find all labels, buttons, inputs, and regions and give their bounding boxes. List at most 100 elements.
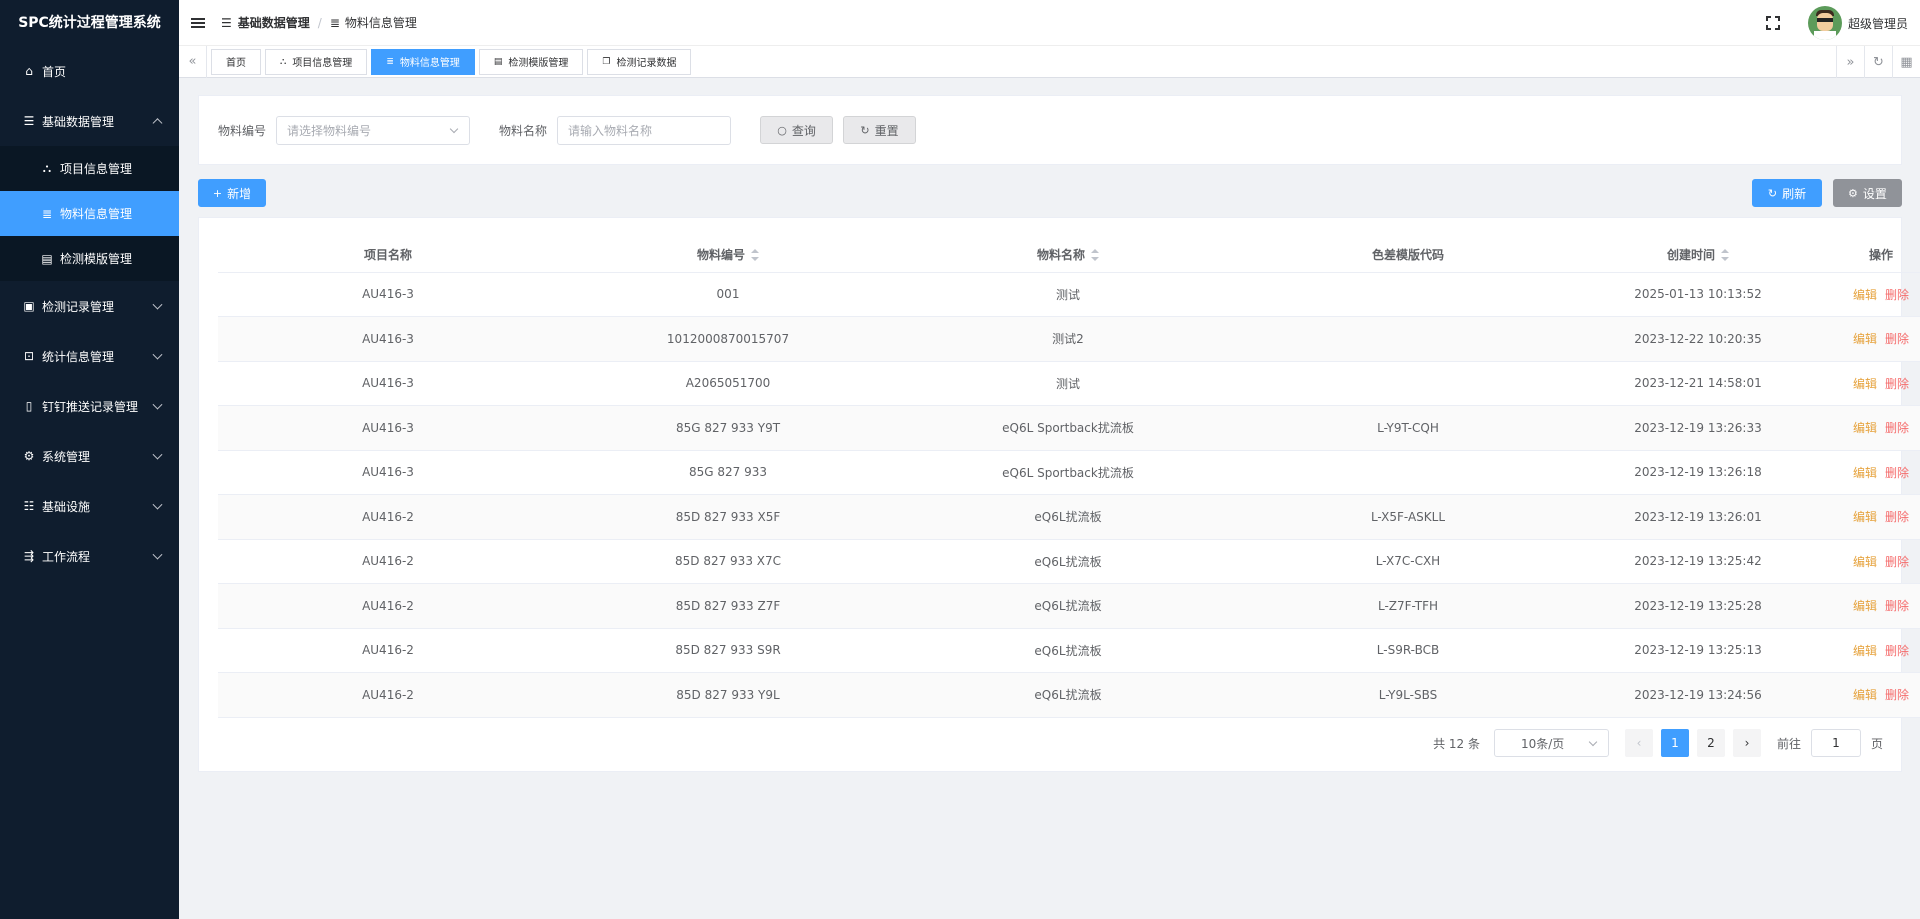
edit-link[interactable]: 编辑 <box>1853 599 1877 613</box>
cell-name: eQ6L扰流板 <box>898 672 1238 718</box>
column-header-code[interactable]: 物料编号 <box>558 237 898 273</box>
sidebar-item-label: 系统管理 <box>42 449 91 464</box>
cell-code: 85D 827 933 X5F <box>558 494 898 540</box>
sort-icon[interactable] <box>751 249 759 262</box>
gear-icon: ⚙ <box>1848 186 1858 200</box>
material-table: 项目名称 物料编号 物料名称 色差模版代码 创建时间 操作 AU416-3 001… <box>218 237 1920 718</box>
submenu-basic-data: ⛬ 项目信息管理 ≣ 物料信息管理 ▤ 检测模版管理 <box>0 146 179 281</box>
edit-link[interactable]: 编辑 <box>1853 377 1877 391</box>
material-name-input[interactable]: 请输入物料名称 <box>557 115 732 145</box>
cart-icon: ⊡ <box>23 349 35 363</box>
page-button-2[interactable]: 2 <box>1696 729 1725 757</box>
sidebar-item-statistics[interactable]: ⊡ 统计信息管理 <box>0 331 179 381</box>
sidebar-item-label: 检测记录管理 <box>42 299 115 314</box>
hamburger-icon[interactable] <box>191 16 205 30</box>
total-count: 共 12 条 <box>1433 736 1480 751</box>
page-unit: 页 <box>1870 736 1883 751</box>
sidebar-item-inspection[interactable]: ▣ 检测记录管理 <box>0 281 179 331</box>
sidebar-item-home[interactable]: ⌂ 首页 <box>0 46 179 96</box>
material-name-label: 物料名称 <box>499 123 548 138</box>
tags-controls: » ↻ ▦ <box>1836 46 1920 78</box>
delete-link[interactable]: 删除 <box>1885 466 1909 480</box>
prev-page-button[interactable]: ‹ <box>1624 729 1653 757</box>
reset-button[interactable]: ↻ 重置 <box>843 116 917 144</box>
delete-link[interactable]: 删除 <box>1885 288 1909 302</box>
refresh-icon[interactable]: ↻ <box>1864 46 1892 78</box>
chevron-down-icon <box>152 299 163 310</box>
sidebar-item-dingtalk[interactable]: ▯ 钉钉推送记录管理 <box>0 381 179 431</box>
delete-link[interactable]: 删除 <box>1885 510 1909 524</box>
sidebar-item-system[interactable]: ⚙ 系统管理 <box>0 431 179 481</box>
sidebar-item-infrastructure[interactable]: ☷ 基础设施 <box>0 481 179 531</box>
tab-inspection-records[interactable]: ❐ 检测记录数据 <box>587 48 692 75</box>
sidebar-item-workflow[interactable]: ⇶ 工作流程 <box>0 531 179 581</box>
cell-code: A2065051700 <box>558 361 898 406</box>
cell-actions: 编辑 删除 <box>1818 316 1920 362</box>
chevron-up-icon <box>152 118 163 129</box>
delete-link[interactable]: 删除 <box>1885 421 1909 435</box>
add-button[interactable]: + 新增 <box>198 179 266 207</box>
cell-color-template <box>1238 272 1578 317</box>
query-button[interactable]: ○ 查询 <box>760 116 834 144</box>
tab-home[interactable]: 首页 <box>211 48 261 75</box>
edit-link[interactable]: 编辑 <box>1853 510 1877 524</box>
chevron-down-icon <box>152 499 163 510</box>
document-icon: ▤ <box>41 251 53 266</box>
delete-link[interactable]: 删除 <box>1885 555 1909 569</box>
sidebar-item-material-info[interactable]: ≣ 物料信息管理 <box>0 191 179 236</box>
search-icon: ○ <box>777 123 787 137</box>
delete-link[interactable]: 删除 <box>1885 644 1909 658</box>
double-chevron-left-icon[interactable]: « <box>179 45 207 78</box>
page-size-select[interactable]: 10条/页 <box>1493 729 1609 757</box>
user-name[interactable]: 超级管理员 <box>1848 15 1908 32</box>
column-header-created[interactable]: 创建时间 <box>1578 237 1818 273</box>
cell-created: 2023-12-22 10:20:35 <box>1578 316 1818 362</box>
tab-project-info[interactable]: ⛬ 项目信息管理 <box>265 48 368 75</box>
edit-link[interactable]: 编辑 <box>1853 288 1877 302</box>
cell-color-template: L-Z7F-TFH <box>1238 583 1578 629</box>
edit-link[interactable]: 编辑 <box>1853 421 1877 435</box>
avatar[interactable] <box>1807 6 1842 40</box>
next-page-button[interactable]: › <box>1732 729 1761 757</box>
page-button-1[interactable]: 1 <box>1660 729 1689 757</box>
sidebar-item-project-info[interactable]: ⛬ 项目信息管理 <box>0 146 179 191</box>
sidebar-item-label: 基础设施 <box>42 499 91 514</box>
edit-link[interactable]: 编辑 <box>1853 332 1877 346</box>
cell-created: 2023-12-19 13:26:18 <box>1578 450 1818 495</box>
cell-color-template <box>1238 316 1578 362</box>
settings-button[interactable]: ⚙ 设置 <box>1833 179 1902 207</box>
column-header-color-template: 色差模版代码 <box>1238 237 1578 273</box>
header: ☰ 基础数据管理 / ≣ 物料信息管理 超级管理员 <box>179 0 1920 46</box>
delete-link[interactable]: 删除 <box>1885 377 1909 391</box>
material-code-select[interactable]: 请选择物料编号 <box>276 115 471 145</box>
cell-project: AU416-3 <box>218 316 558 362</box>
edit-link[interactable]: 编辑 <box>1853 466 1877 480</box>
sidebar-item-basic-data[interactable]: ☰ 基础数据管理 <box>0 96 179 146</box>
table-row: AU416-3 001 测试 2025-01-13 10:13:52 编辑 删除 <box>218 272 1920 317</box>
sidebar-item-template[interactable]: ▤ 检测模版管理 <box>0 236 179 281</box>
delete-link[interactable]: 删除 <box>1885 688 1909 702</box>
app-title: SPC统计过程管理系统 <box>18 15 161 31</box>
goto-page-input[interactable]: 1 <box>1810 729 1861 757</box>
sort-icon[interactable] <box>1721 249 1729 262</box>
tab-template[interactable]: ▤ 检测模版管理 <box>478 48 584 75</box>
delete-link[interactable]: 删除 <box>1885 332 1909 346</box>
table-row: AU416-3 85G 827 933 Y9T eQ6L Sportback扰流板 L… <box>218 405 1920 451</box>
button-label: 刷新 <box>1782 186 1807 201</box>
double-chevron-right-icon[interactable]: » <box>1836 46 1864 78</box>
fullscreen-icon[interactable] <box>1765 16 1780 30</box>
column-header-name[interactable]: 物料名称 <box>898 237 1238 273</box>
sort-icon[interactable] <box>1091 249 1099 262</box>
delete-link[interactable]: 删除 <box>1885 599 1909 613</box>
tab-label: 检测模版管理 <box>508 58 569 69</box>
cell-created: 2023-12-19 13:26:01 <box>1578 494 1818 540</box>
edit-link[interactable]: 编辑 <box>1853 555 1877 569</box>
tab-material-info[interactable]: ≣ 物料信息管理 <box>371 48 475 75</box>
breadcrumb-item[interactable]: 基础数据管理 <box>238 14 310 31</box>
edit-link[interactable]: 编辑 <box>1853 688 1877 702</box>
breadcrumb-separator: / <box>317 15 322 30</box>
grid-icon[interactable]: ▦ <box>1892 46 1920 78</box>
tab-label: 物料信息管理 <box>399 58 460 69</box>
edit-link[interactable]: 编辑 <box>1853 644 1877 658</box>
refresh-button[interactable]: ↻ 刷新 <box>1752 179 1822 207</box>
